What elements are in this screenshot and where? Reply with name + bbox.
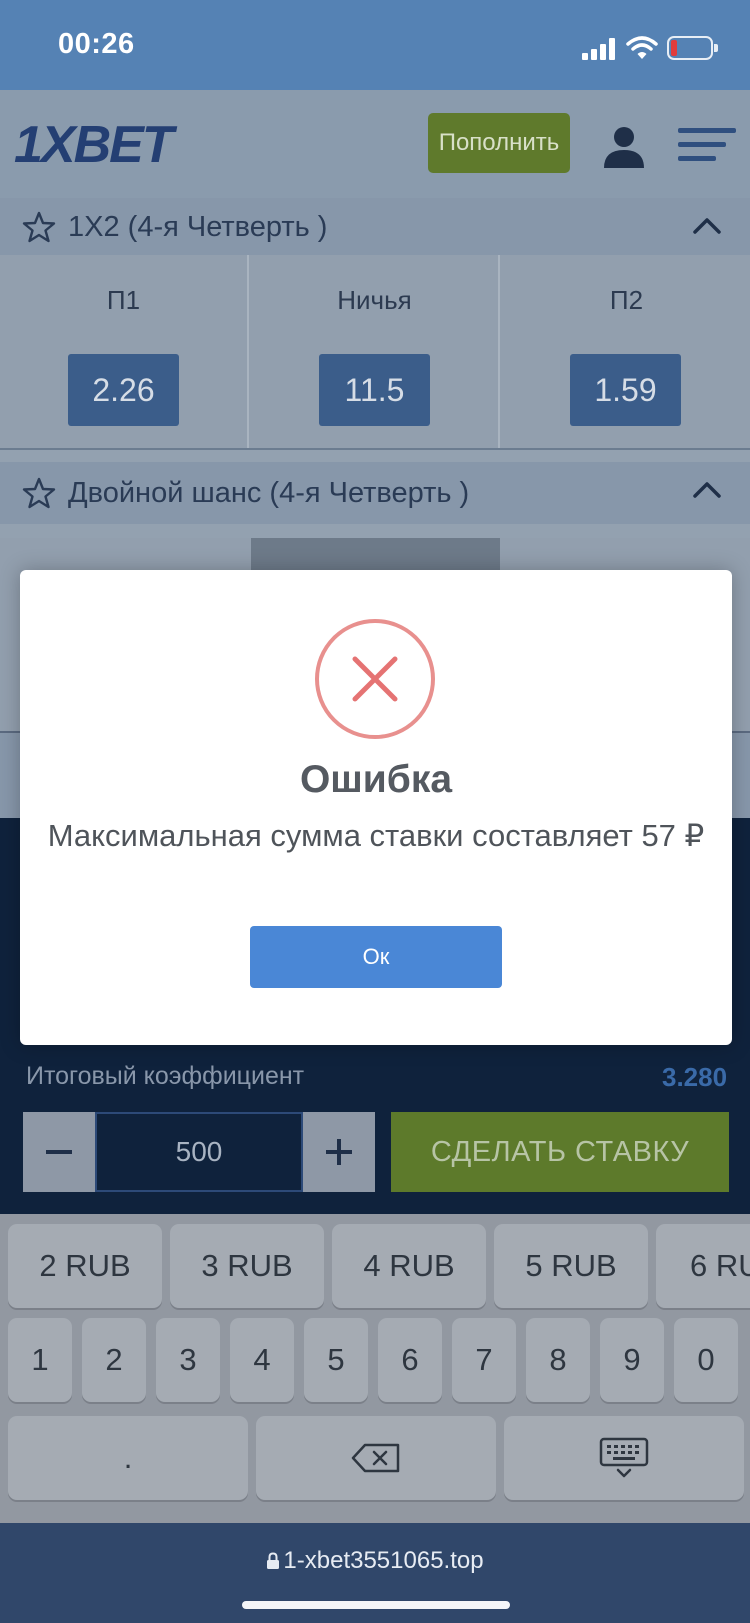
- hamburger-menu-icon[interactable]: [678, 128, 736, 162]
- digit-key[interactable]: 2: [82, 1318, 146, 1402]
- ok-button[interactable]: Ок: [250, 926, 502, 988]
- odds-row: П1 2.26 Ничья 11.5 П2 1.59: [0, 255, 750, 450]
- hide-keyboard-key[interactable]: [504, 1416, 744, 1500]
- market-title: 1X2 (4-я Четверть ): [68, 210, 328, 243]
- outcome-label: Ничья: [337, 285, 412, 315]
- section-divider: [0, 448, 750, 450]
- digit-key[interactable]: 4: [230, 1318, 294, 1402]
- minus-icon: [46, 1150, 72, 1154]
- quick-amount-key[interactable]: 6 RUB: [656, 1224, 750, 1308]
- favorite-star-icon[interactable]: [22, 476, 56, 510]
- odd-button-draw[interactable]: 11.5: [319, 354, 430, 426]
- user-account-icon[interactable]: [602, 126, 646, 168]
- backspace-icon: [351, 1443, 400, 1473]
- outcome-draw: Ничья 11.5: [251, 255, 500, 450]
- market-title: Двойной шанс (4-я Четверть ): [68, 476, 470, 509]
- plus-icon: [326, 1139, 352, 1165]
- url-display[interactable]: 1-xbet3551065.top: [0, 1547, 750, 1575]
- place-bet-button[interactable]: СДЕЛАТЬ СТАВКУ: [391, 1112, 729, 1192]
- chevron-up-icon[interactable]: [692, 478, 722, 500]
- keyboard-dismiss-icon: [599, 1437, 649, 1478]
- digit-key[interactable]: 5: [304, 1318, 368, 1402]
- chevron-up-icon[interactable]: [692, 214, 722, 236]
- digit-key[interactable]: 3: [156, 1318, 220, 1402]
- status-bar: 00:26: [0, 0, 750, 90]
- lock-icon: [267, 1552, 280, 1569]
- quick-amount-key[interactable]: 3 RUB: [170, 1224, 324, 1308]
- topup-button[interactable]: Пополнить: [428, 113, 570, 173]
- numeric-keyboard: 2 RUB 3 RUB 4 RUB 5 RUB 6 RUB 1 2 3 4 5 …: [0, 1214, 750, 1525]
- increase-amount-button[interactable]: [303, 1112, 375, 1192]
- favorite-star-icon[interactable]: [22, 210, 56, 244]
- backspace-key[interactable]: [256, 1416, 496, 1500]
- decrease-amount-button[interactable]: [23, 1112, 95, 1192]
- digit-key[interactable]: 7: [452, 1318, 516, 1402]
- total-odds-value: 3.280: [662, 1062, 728, 1092]
- outcome-label: П1: [106, 285, 141, 315]
- digit-key[interactable]: 8: [526, 1318, 590, 1402]
- digit-key[interactable]: 9: [600, 1318, 664, 1402]
- dialog-title: Ошибка: [299, 758, 453, 801]
- url-text: 1-xbet3551065.top: [283, 1547, 484, 1574]
- market-header-1x2[interactable]: 1X2 (4-я Четверть ): [0, 198, 750, 256]
- total-odds-label: Итоговый коэффициент: [26, 1062, 305, 1090]
- browser-url-bar[interactable]: 1-xbet3551065.top: [0, 1523, 750, 1623]
- battery-icon: [667, 36, 718, 60]
- odd-button-p1[interactable]: 2.26: [68, 354, 179, 426]
- wifi-icon: [626, 36, 658, 59]
- quick-amount-key[interactable]: 4 RUB: [332, 1224, 486, 1308]
- outcome-p1: П1 2.26: [0, 255, 249, 450]
- quick-amount-key[interactable]: 2 RUB: [8, 1224, 162, 1308]
- status-time: 00:26: [58, 28, 135, 60]
- digit-key[interactable]: 1: [8, 1318, 72, 1402]
- cellular-signal-icon: [582, 38, 618, 60]
- app-header: 1XBET Пополнить: [0, 90, 750, 198]
- market-header-double-chance[interactable]: Двойной шанс (4-я Четверть ): [0, 462, 750, 524]
- error-dialog: Ошибка Максимальная сумма ставки составл…: [20, 570, 732, 1045]
- quick-amount-key[interactable]: 5 RUB: [494, 1224, 648, 1308]
- bet-amount-input[interactable]: [95, 1112, 303, 1192]
- brand-logo[interactable]: 1XBET: [14, 115, 174, 175]
- home-indicator: [242, 1601, 510, 1609]
- outcome-p2: П2 1.59: [502, 255, 750, 450]
- odd-button-p2[interactable]: 1.59: [570, 354, 681, 426]
- decimal-key[interactable]: .: [8, 1416, 248, 1500]
- digit-key[interactable]: 6: [378, 1318, 442, 1402]
- error-x-icon: [315, 619, 435, 739]
- outcome-label: П2: [609, 285, 644, 315]
- digit-key[interactable]: 0: [674, 1318, 738, 1402]
- dialog-message: Максимальная сумма ставки составляет 57 …: [47, 818, 705, 853]
